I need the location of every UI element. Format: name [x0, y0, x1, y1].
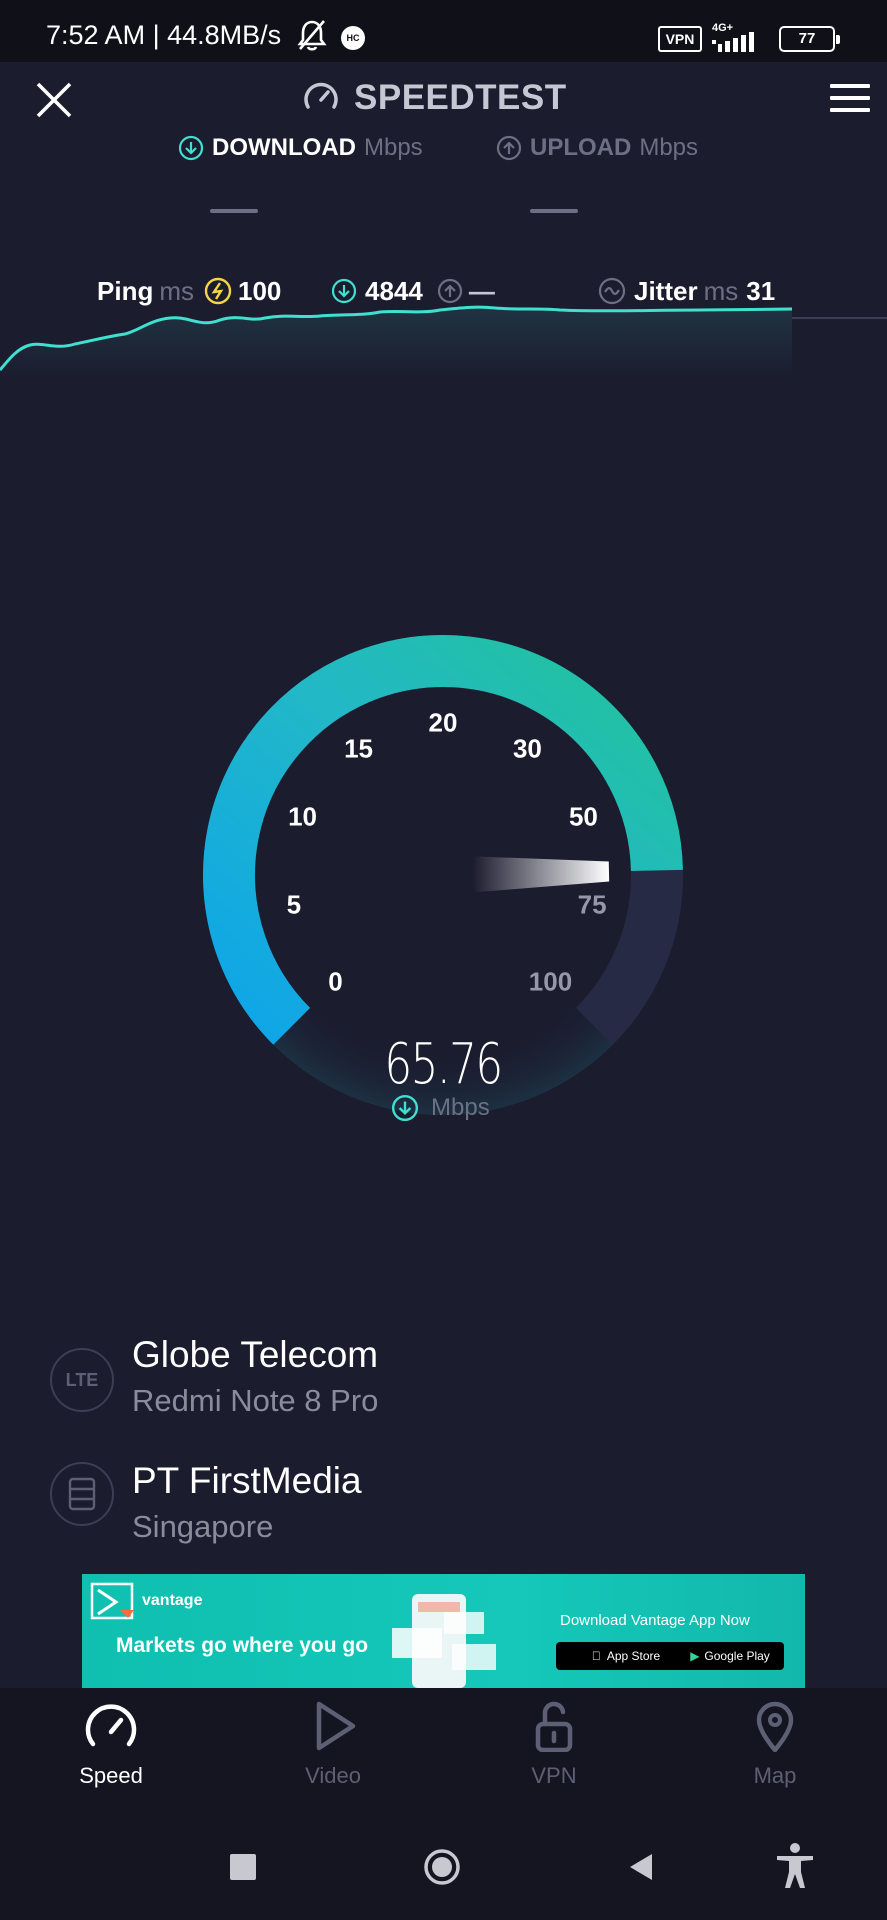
- gauge-tick-label: 15: [344, 733, 374, 764]
- speed-unit: Mbps: [431, 1094, 490, 1121]
- download-label: DOWNLOAD: [212, 134, 356, 161]
- status-time-speed: 7:52 AM | 44.8MB/s: [46, 20, 282, 50]
- upload-arrow-icon: [496, 135, 522, 161]
- gauge-tick-label: 5: [286, 889, 302, 920]
- nav-map-label: Map: [753, 1763, 797, 1788]
- nav-map[interactable]: Map: [700, 1700, 850, 1789]
- status-bar: 7:52 AM | 44.8MB/s HC VPN 4G+ 77: [0, 0, 887, 62]
- ad-brand: vantage: [142, 1592, 203, 1609]
- google-play-button[interactable]: ▶ Google Play: [676, 1642, 784, 1670]
- play-store-icon: ▶: [690, 1649, 700, 1663]
- apple-icon: : [592, 1649, 601, 1663]
- speed-icon: [85, 1704, 137, 1747]
- gauge-tick-label: 0: [328, 966, 343, 997]
- upload-unit: Mbps: [639, 134, 699, 161]
- upload-label: UPLOAD: [530, 134, 632, 161]
- signal-icon: [712, 32, 754, 52]
- hc-badge: HC: [341, 26, 365, 50]
- home-button[interactable]: [423, 1848, 461, 1886]
- lte-icon-label: LTE: [65, 1369, 99, 1390]
- unlock-icon: [535, 1701, 573, 1753]
- back-button[interactable]: [626, 1852, 656, 1882]
- accessibility-button[interactable]: [774, 1842, 816, 1890]
- download-unit: Mbps: [363, 134, 423, 161]
- nav-video-label: Video: [305, 1763, 361, 1788]
- accessibility-icon: [777, 1843, 813, 1888]
- ad-cta: Download Vantage App Now: [560, 1612, 750, 1629]
- nav-speed[interactable]: Speed: [36, 1700, 186, 1789]
- play-icon: [316, 1701, 356, 1751]
- ad-phone-image: [392, 1594, 496, 1688]
- nav-vpn[interactable]: VPN: [479, 1700, 629, 1789]
- app-title: SPEEDTEST: [354, 78, 567, 117]
- server-icon: [50, 1462, 114, 1526]
- recents-button[interactable]: [230, 1854, 256, 1880]
- app-header: SPEEDTEST: [302, 78, 567, 118]
- download-value-placeholder: [210, 209, 258, 213]
- speed-unit-group: Mbps: [391, 1094, 490, 1122]
- speed-graph: [0, 305, 887, 380]
- menu-button[interactable]: [830, 84, 870, 116]
- download-label-group: DOWNLOAD Mbps: [178, 134, 423, 162]
- server-glyph-icon: [68, 1477, 96, 1511]
- server-location: Singapore: [132, 1509, 274, 1544]
- map-pin-icon: [756, 1701, 794, 1753]
- upload-label-group: UPLOAD Mbps: [496, 134, 698, 162]
- gauge-tick-label: 30: [512, 733, 542, 764]
- app-store-label: App Store: [602, 1649, 660, 1663]
- close-icon: [36, 82, 72, 118]
- ad-banner[interactable]: vantage Markets go where you go Download…: [82, 1574, 805, 1688]
- app-store-button[interactable]:  App Store: [556, 1642, 696, 1670]
- isp-name: Globe Telecom: [132, 1334, 379, 1375]
- device-name: Redmi Note 8 Pro: [132, 1383, 379, 1418]
- server-name[interactable]: PT FirstMedia: [132, 1460, 362, 1502]
- hamburger-menu-icon: [830, 84, 870, 112]
- nav-vpn-label: VPN: [531, 1763, 577, 1788]
- gauge-tick-label: 75: [577, 889, 607, 920]
- back-icon: [630, 1854, 652, 1880]
- vpn-badge: VPN: [658, 26, 702, 52]
- gauge-tick-label: 10: [288, 801, 318, 832]
- speedometer-icon: [304, 82, 338, 109]
- download-arrow-icon: [391, 1094, 419, 1122]
- close-button[interactable]: [34, 80, 74, 120]
- gauge-tick-label: 50: [568, 801, 598, 832]
- nav-video[interactable]: Video: [258, 1700, 408, 1789]
- vantage-logo-icon: [90, 1582, 134, 1620]
- lte-icon: LTE: [50, 1348, 114, 1412]
- home-icon: [424, 1849, 460, 1885]
- battery-indicator: 77: [779, 26, 840, 52]
- nav-speed-label: Speed: [79, 1763, 143, 1788]
- google-play-label: Google Play: [704, 1649, 770, 1663]
- upload-value-placeholder: [530, 209, 578, 213]
- ad-tagline: Markets go where you go: [116, 1634, 369, 1657]
- download-arrow-icon: [178, 135, 204, 161]
- gauge-tick-label: 100: [528, 966, 573, 997]
- speedtest-screen: { "status_bar": { "text": "7:52 AM | 44.…: [0, 0, 887, 1920]
- speed-value: 65.76: [384, 1032, 503, 1097]
- bell-off-icon: [297, 20, 327, 51]
- gauge-tick-label: 20: [428, 707, 458, 738]
